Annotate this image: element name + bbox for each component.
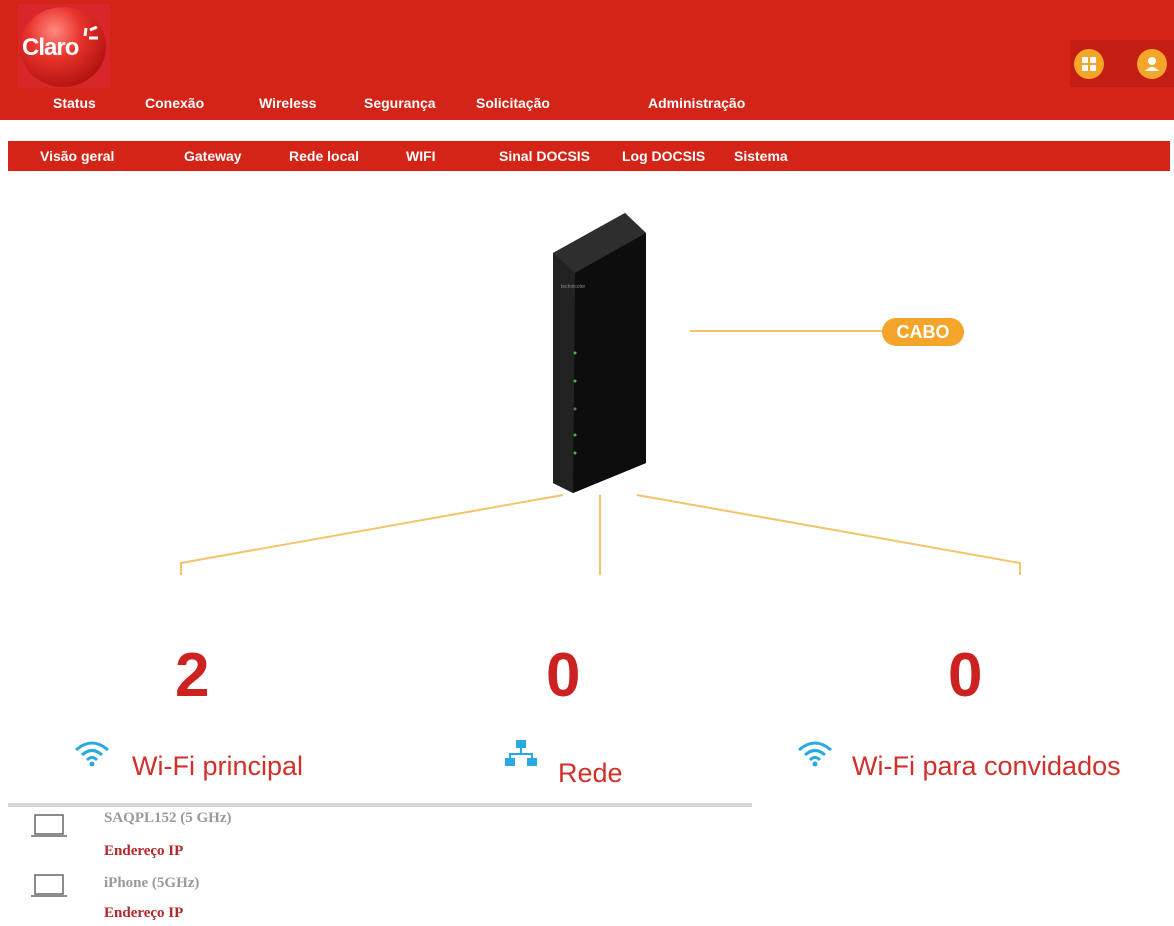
device-name: SAQPL152 (5 GHz) <box>104 810 232 826</box>
device-name: iPhone (5GHz) <box>104 875 200 891</box>
rede-label[interactable]: Rede <box>558 758 623 789</box>
wifi-principal-label[interactable]: Wi-Fi principal <box>132 751 303 782</box>
wifi-convidados-label[interactable]: Wi-Fi para convidados <box>852 751 1121 782</box>
laptop-icon <box>31 874 67 897</box>
router-image: technicolor <box>553 213 646 493</box>
wifi-convidados-count: 0 <box>948 641 983 710</box>
network-icon <box>505 740 537 766</box>
wifi-principal-count: 2 <box>175 641 210 710</box>
device-ip-label: Endereço IP <box>104 905 184 921</box>
device-ip-label: Endereço IP <box>104 843 184 859</box>
wifi-guest-icon <box>798 741 832 767</box>
rede-count: 0 <box>546 641 581 710</box>
cabo-badge: CABO <box>882 318 964 346</box>
section-divider <box>8 803 752 807</box>
svg-text:technicolor: technicolor <box>561 284 586 290</box>
laptop-icon <box>31 814 67 837</box>
wifi-icon <box>75 741 109 767</box>
